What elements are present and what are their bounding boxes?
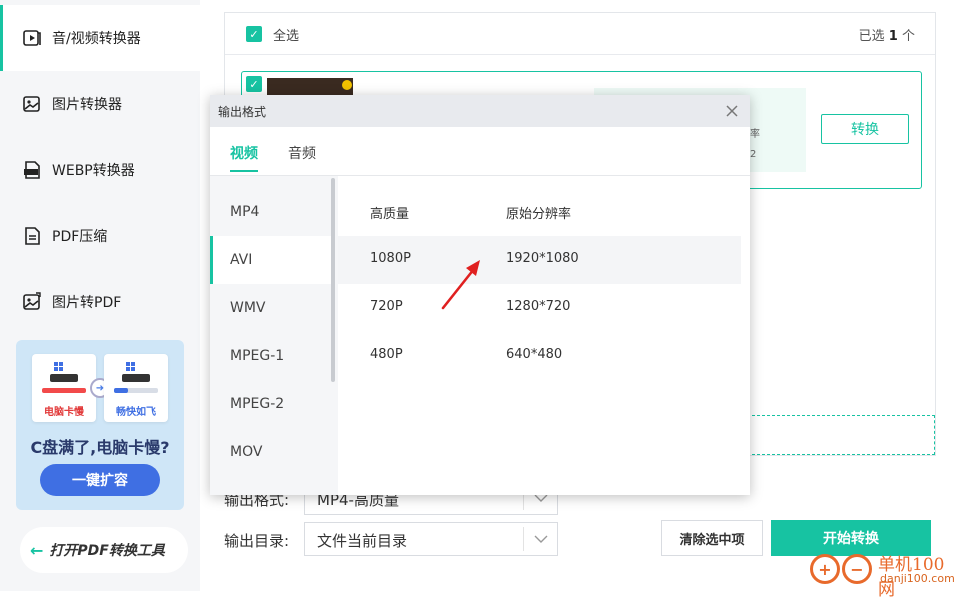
promo-title: C盘满了,电脑卡慢? [30,438,170,457]
red-pointer-arrow-icon [441,260,480,310]
badge-icon [342,80,352,90]
plus-icon: + [810,554,840,584]
expand-disk-button[interactable]: 一键扩容 [40,464,160,496]
tab-video[interactable]: 视频 [230,143,258,172]
sidebar-item-image-to-pdf[interactable]: 图片转PDF [0,269,200,335]
select-all-label: 全选 [273,29,300,44]
file-row-checkbox[interactable]: ✓ [246,76,262,92]
select-all-checkbox[interactable]: ✓ [246,26,262,42]
promo-banner[interactable]: 电脑卡慢 ➜ 畅快如飞 C盘满了,电脑卡慢? 一键扩容 [16,340,184,510]
windows-drive-icon [42,362,86,393]
sidebar-item-label: 音/视频转换器 [52,31,141,47]
close-icon[interactable] [722,101,742,121]
resolution-value: 1280*720 [506,299,571,314]
output-dir-select[interactable]: 文件当前目录 [304,522,558,556]
tab-audio[interactable]: 音频 [288,143,316,163]
sidebar-item-label: 图片转换器 [52,97,122,113]
image-to-pdf-icon [22,292,42,312]
format-list[interactable]: MP4 AVI WMV MPEG-1 MPEG-2 MOV [210,176,338,495]
resolution-quality: 480P [370,347,403,362]
file-info-text: 率 [750,129,760,140]
sidebar: 音/视频转换器 图片转换器 WEBP转换器 PDF压缩 图片转PDF 电脑卡慢 … [0,0,200,591]
format-item-avi[interactable]: AVI [210,236,332,284]
watermark-url: danji100.com [880,572,955,585]
resolution-value: 1920*1080 [506,251,579,266]
column-header-quality: 高质量 [370,207,410,222]
format-item-wmv[interactable]: WMV [210,284,332,332]
selected-count: 已选 1 个 [859,25,915,44]
select-divider [523,527,524,551]
format-item-mpeg1[interactable]: MPEG-1 [210,332,332,380]
format-item-mpeg2[interactable]: MPEG-2 [210,380,332,428]
pdf-file-icon [22,226,42,246]
convert-button[interactable]: 转换 [821,114,909,144]
chevron-down-icon [534,535,548,543]
clear-selected-button[interactable]: 清除选中项 [661,520,763,556]
resolution-quality: 1080P [370,251,411,266]
resolution-value: 640*480 [506,347,563,362]
webp-file-icon [22,160,42,180]
resolution-quality: 720P [370,299,403,314]
selected-prefix: 已选 [858,29,885,44]
open-pdf-tool-button[interactable]: ← 打开PDF转换工具 [20,527,188,573]
sidebar-item-label: 图片转PDF [52,295,122,311]
selected-suffix: 个 [901,29,915,44]
column-header-resolution: 原始分辨率 [506,207,572,222]
drop-zone[interactable] [742,415,935,455]
file-info-text: 2 [750,149,757,160]
promo-card-fast: 畅快如飞 [104,354,168,422]
play-video-icon [22,28,42,48]
promo-card-label: 畅快如飞 [116,407,156,418]
format-item-mp4[interactable]: MP4 [210,188,332,236]
selected-count-number: 1 [888,29,898,44]
format-list-scrollbar[interactable] [331,178,335,382]
file-list-header: ✓ 全选 已选 1 个 [225,13,935,55]
promo-card-slow: 电脑卡慢 [32,354,96,422]
image-convert-icon [22,94,42,114]
sidebar-item-pdf-compress[interactable]: PDF压缩 [0,203,200,269]
resolution-row-720p[interactable]: 720P 1280*720 [338,284,741,332]
dialog-title: 输出格式 [218,105,267,119]
watermark-logo: + − 单机100网 danji100.com [808,548,958,600]
format-item-mov[interactable]: MOV [210,428,332,476]
sidebar-item-webp-converter[interactable]: WEBP转换器 [0,137,200,203]
arrow-left-icon: ← [30,540,44,560]
output-dir-label: 输出目录: [224,532,290,550]
output-dir-value: 文件当前目录 [317,532,408,550]
minus-icon: − [842,554,872,584]
resolution-row-480p[interactable]: 480P 640*480 [338,332,741,380]
sidebar-item-av-converter[interactable]: 音/视频转换器 [0,5,200,71]
sidebar-item-label: WEBP转换器 [52,163,135,179]
dialog-header: 输出格式 [210,95,750,127]
windows-drive-icon [114,362,158,393]
sidebar-item-label: PDF压缩 [52,229,108,245]
sidebar-item-image-converter[interactable]: 图片转换器 [0,71,200,137]
open-pdf-tool-label: 打开PDF转换工具 [49,543,165,559]
promo-card-label: 电脑卡慢 [44,407,84,418]
resolution-row-1080p[interactable]: 1080P 1920*1080 [338,236,741,284]
